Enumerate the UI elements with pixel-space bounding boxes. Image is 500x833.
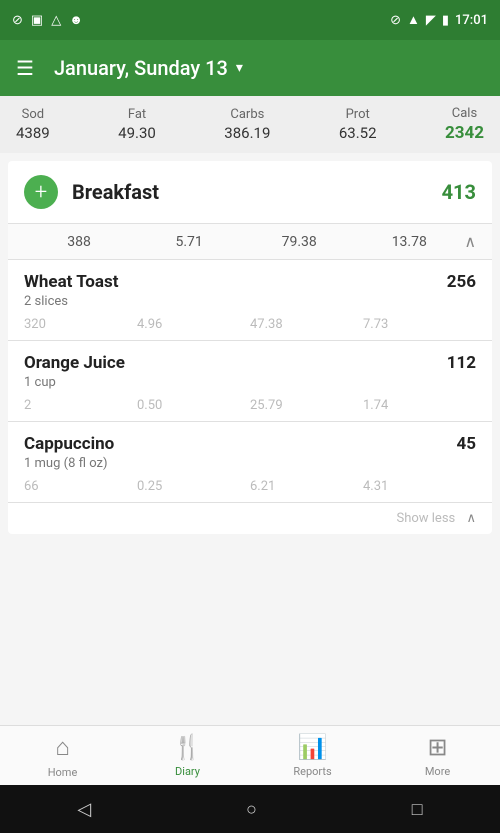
cals-label: Cals xyxy=(452,106,477,121)
carbs-col: Carbs 386.19 xyxy=(224,107,270,142)
toolbar-title: January, Sunday 13 ▾ xyxy=(54,56,484,80)
nav-item-home[interactable]: ⌂ Home xyxy=(0,726,125,785)
carbs-value: 386.19 xyxy=(224,124,270,142)
prot-label: Prot xyxy=(346,107,370,122)
fat-col: Fat 49.30 xyxy=(118,107,156,142)
food-serving-orange-juice: 1 cup xyxy=(24,375,476,390)
back-button[interactable]: ◁ xyxy=(77,799,91,820)
cap-sod: 66 xyxy=(24,479,137,494)
food-nutrients-wheat-toast: 320 4.96 47.38 7.73 xyxy=(24,313,476,332)
show-less-label: Show less xyxy=(396,511,455,526)
nav-item-reports[interactable]: 📊 Reports xyxy=(250,726,375,785)
oj-fat: 0.50 xyxy=(137,398,250,413)
circle-icon: ⊘ xyxy=(12,13,23,28)
clock: 17:01 xyxy=(455,13,488,28)
food-calories-cappuccino: 45 xyxy=(456,434,476,454)
main-content: + Breakfast 413 388 5.71 79.38 13.78 ∧ W… xyxy=(8,161,492,534)
diary-icon: 🍴 xyxy=(173,733,203,761)
food-serving-cappuccino: 1 mug (8 fl oz) xyxy=(24,456,476,471)
food-name-cappuccino: Cappuccino xyxy=(24,434,114,454)
signal-icon: ◤ xyxy=(426,13,436,28)
food-nutrients-cappuccino: 66 0.25 6.21 4.31 xyxy=(24,475,476,494)
more-label: More xyxy=(425,765,450,778)
prot-col: Prot 63.52 xyxy=(339,107,377,142)
cals-value: 2342 xyxy=(445,123,484,143)
sod-label: Sod xyxy=(22,107,44,122)
reports-label: Reports xyxy=(293,765,331,778)
prot-value: 63.52 xyxy=(339,124,377,142)
dropdown-arrow-icon[interactable]: ▾ xyxy=(236,60,243,76)
warning-icon: △ xyxy=(51,13,61,28)
carbs-label: Carbs xyxy=(230,107,264,122)
diary-label: Diary xyxy=(175,765,200,778)
recent-button[interactable]: □ xyxy=(412,799,423,820)
collapse-icon[interactable]: ∧ xyxy=(464,232,476,251)
cap-fat: 0.25 xyxy=(137,479,250,494)
wt-fat: 4.96 xyxy=(137,317,250,332)
breakfast-header: + Breakfast 413 xyxy=(8,161,492,224)
wt-prot: 7.73 xyxy=(363,317,476,332)
wt-carbs: 47.38 xyxy=(250,317,363,332)
android-nav-bar: ◁ ○ □ xyxy=(0,785,500,833)
date-title: January, Sunday 13 xyxy=(54,56,228,80)
block-icon: ⊘ xyxy=(390,13,401,28)
cap-prot: 4.31 xyxy=(363,479,476,494)
home-icon: ⌂ xyxy=(55,733,70,762)
food-item-orange-juice[interactable]: Orange Juice 112 1 cup 2 0.50 25.79 1.74 xyxy=(8,341,492,422)
battery-icon: ▮ xyxy=(442,13,449,28)
food-item-wheat-toast[interactable]: Wheat Toast 256 2 slices 320 4.96 47.38 … xyxy=(8,260,492,341)
meal-totals-row: 388 5.71 79.38 13.78 ∧ xyxy=(8,224,492,260)
android-icon: ☻ xyxy=(69,12,83,28)
meal-sod: 388 xyxy=(24,234,134,250)
food-name-orange-juice: Orange Juice xyxy=(24,353,125,373)
sod-col: Sod 4389 xyxy=(16,107,50,142)
food-serving-wheat-toast: 2 slices xyxy=(24,294,476,309)
cap-carbs: 6.21 xyxy=(250,479,363,494)
show-less-row: Show less ∧ xyxy=(8,503,492,534)
status-bar: ⊘ ▣ △ ☻ ⊘ ▲ ◤ ▮ 17:01 xyxy=(0,0,500,40)
meal-calories: 413 xyxy=(442,180,476,204)
oj-prot: 1.74 xyxy=(363,398,476,413)
reports-icon: 📊 xyxy=(298,733,328,761)
show-less-icon[interactable]: ∧ xyxy=(466,511,476,526)
hamburger-icon[interactable]: ☰ xyxy=(16,56,34,80)
status-icons-left: ⊘ ▣ △ ☻ xyxy=(12,12,83,28)
add-food-button[interactable]: + xyxy=(24,175,58,209)
food-calories-wheat-toast: 256 xyxy=(447,272,476,292)
wt-sod: 320 xyxy=(24,317,137,332)
food-item-cappuccino[interactable]: Cappuccino 45 1 mug (8 fl oz) 66 0.25 6.… xyxy=(8,422,492,503)
meal-fat: 5.71 xyxy=(134,234,244,250)
food-name-wheat-toast: Wheat Toast xyxy=(24,272,118,292)
meal-name: Breakfast xyxy=(72,180,442,204)
oj-carbs: 25.79 xyxy=(250,398,363,413)
meal-carbs: 79.38 xyxy=(244,234,354,250)
meal-prot: 13.78 xyxy=(354,234,464,250)
fat-value: 49.30 xyxy=(118,124,156,142)
home-button[interactable]: ○ xyxy=(246,799,257,820)
sod-value: 4389 xyxy=(16,124,50,142)
fat-label: Fat xyxy=(128,107,146,122)
nav-item-diary[interactable]: 🍴 Diary xyxy=(125,726,250,785)
food-nutrients-orange-juice: 2 0.50 25.79 1.74 xyxy=(24,394,476,413)
nav-item-more[interactable]: ⊞ More xyxy=(375,726,500,785)
tablet-icon: ▣ xyxy=(31,13,43,28)
bottom-nav: ⌂ Home 🍴 Diary 📊 Reports ⊞ More xyxy=(0,725,500,785)
toolbar: ☰ January, Sunday 13 ▾ xyxy=(0,40,500,96)
oj-sod: 2 xyxy=(24,398,137,413)
more-icon: ⊞ xyxy=(427,733,447,761)
wifi-icon: ▲ xyxy=(407,12,420,28)
food-calories-orange-juice: 112 xyxy=(447,353,476,373)
cals-col: Cals 2342 xyxy=(445,106,484,143)
nutrition-summary: Sod 4389 Fat 49.30 Carbs 386.19 Prot 63.… xyxy=(0,96,500,153)
status-icons-right: ⊘ ▲ ◤ ▮ 17:01 xyxy=(390,12,488,28)
home-label: Home xyxy=(48,766,78,779)
